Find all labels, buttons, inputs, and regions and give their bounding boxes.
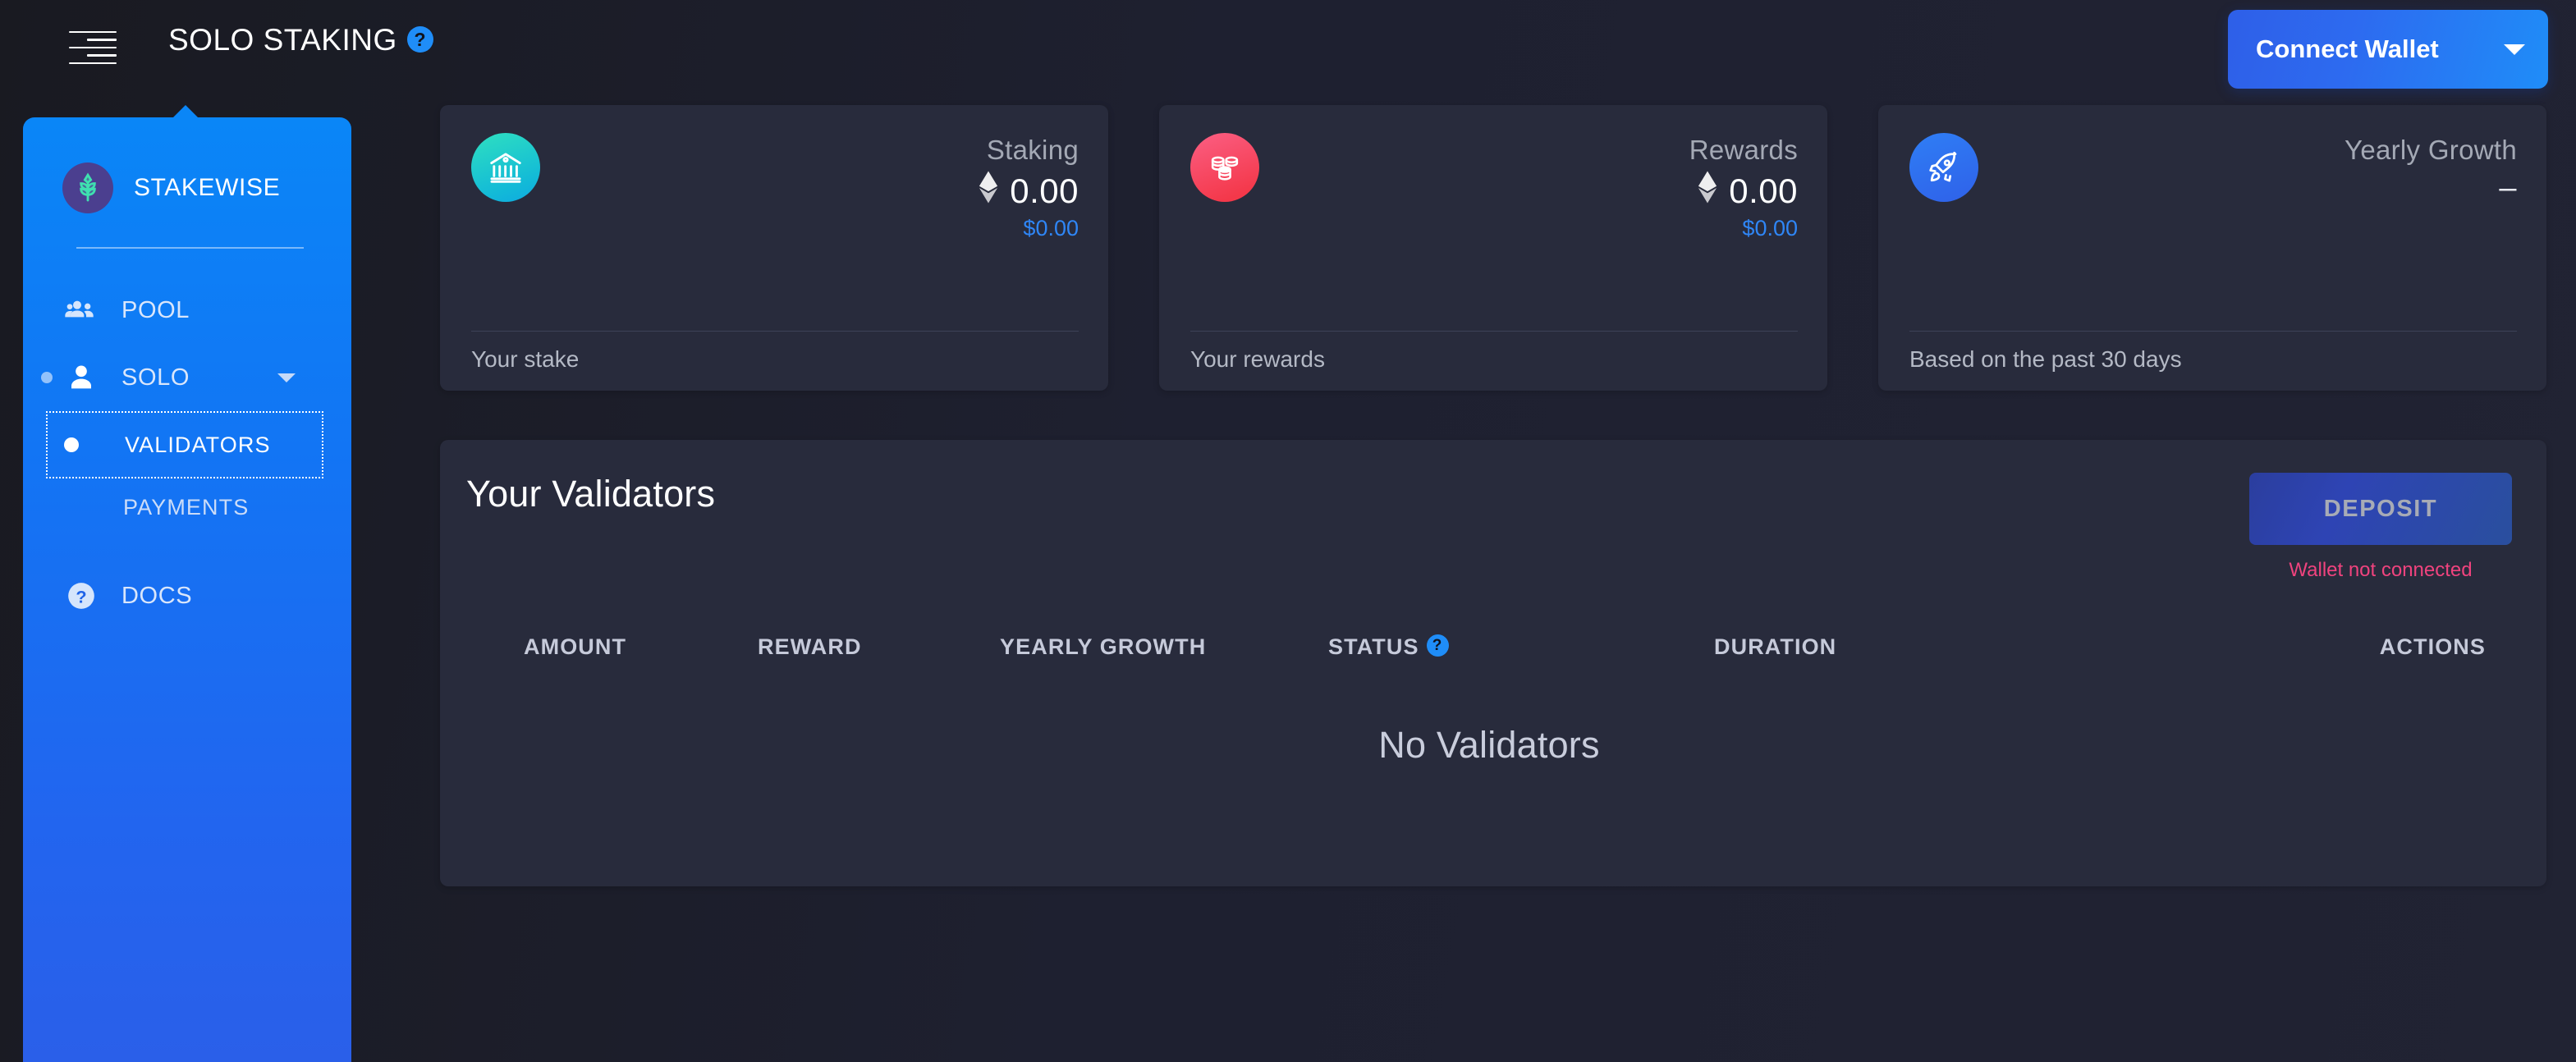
stat-fiat-staking: $0.00 — [1023, 216, 1079, 240]
stat-label-staking: Staking — [986, 135, 1079, 165]
column-header-amount: AMOUNT — [524, 634, 627, 659]
stat-footer-rewards: Your rewards — [1190, 346, 1325, 372]
column-header-duration: DURATION — [1714, 634, 1837, 659]
menu-line-5 — [69, 62, 117, 65]
stat-value-yearly-growth-number: – — [2499, 171, 2517, 205]
brand-name: STAKEWISE — [134, 174, 281, 201]
sidebar-nav: POOL SOLO VALIDATORS PAYMENTS ? DOCS — [23, 277, 351, 629]
stakewise-sprout-logo — [62, 163, 113, 213]
stat-card-staking: Staking 0.00 $0.00 Your stake — [440, 105, 1108, 391]
validators-panel: Your Validators DEPOSIT Wallet not conne… — [440, 440, 2546, 886]
ethereum-diamond-icon — [1698, 171, 1717, 212]
validators-empty-state: No Validators — [1378, 724, 1600, 766]
deposit-block: DEPOSIT Wallet not connected — [2249, 473, 2512, 582]
status-help-icon[interactable]: ? — [1426, 634, 1449, 657]
stat-label-rewards: Rewards — [1689, 135, 1798, 165]
sidebar-item-pool-label: POOL — [121, 296, 190, 323]
connect-wallet-label: Connect Wallet — [2256, 34, 2439, 63]
stat-divider — [1190, 331, 1798, 332]
sidebar-item-docs[interactable]: ? DOCS — [23, 562, 351, 629]
page-title-text: SOLO STAKING — [168, 23, 397, 57]
column-header-actions: ACTIONS — [2379, 634, 2486, 659]
chevron-down-icon — [2504, 43, 2525, 55]
sidebar-item-validators-dot — [64, 437, 79, 452]
stat-value-rewards-number: 0.00 — [1729, 172, 1798, 210]
top-bar: SOLO STAKING? Connect Wallet — [0, 0, 2576, 94]
connect-wallet-button[interactable]: Connect Wallet — [2228, 10, 2548, 89]
stat-footer-staking: Your stake — [471, 346, 580, 372]
coin-stack-icon — [1190, 133, 1259, 202]
sidebar-item-docs-label: DOCS — [121, 582, 193, 609]
validators-table-headers: AMOUNT REWARD YEARLY GROWTH STATUS? DURA… — [466, 634, 2512, 660]
sidebar-item-solo[interactable]: SOLO — [23, 344, 351, 411]
sidebar-item-validators-label: VALIDATORS — [125, 432, 271, 457]
stat-footer-yearly-growth: Based on the past 30 days — [1909, 346, 2182, 372]
stat-value-staking: 0.00 — [979, 171, 1079, 212]
stat-value-yearly-growth: – — [2345, 171, 2517, 206]
sidebar-item-solo-label: SOLO — [121, 364, 190, 391]
page-title: SOLO STAKING? — [168, 23, 433, 57]
sidebar-item-payments-label: PAYMENTS — [123, 494, 250, 520]
main-content: Staking 0.00 $0.00 Your stake Rewards 0.… — [440, 105, 2546, 886]
column-header-status-label: STATUS — [1328, 634, 1419, 659]
stat-card-rewards: Rewards 0.00 $0.00 Your rewards — [1159, 105, 1827, 391]
column-header-yearly-growth: YEARLY GROWTH — [1000, 634, 1207, 659]
group-people-icon — [62, 294, 100, 327]
stat-divider — [471, 331, 1079, 332]
validators-panel-header: Your Validators DEPOSIT Wallet not conne… — [466, 473, 2512, 582]
wallet-warning-text: Wallet not connected — [2289, 559, 2473, 581]
validators-title: Your Validators — [466, 473, 716, 515]
menu-line-4 — [87, 54, 117, 57]
page-title-help-icon[interactable]: ? — [406, 26, 433, 53]
sidebar-brand[interactable]: STAKEWISE — [23, 117, 351, 216]
stat-cards-row: Staking 0.00 $0.00 Your stake Rewards 0.… — [440, 105, 2546, 391]
stat-fiat-rewards: $0.00 — [1742, 216, 1798, 240]
menu-line-2 — [87, 39, 117, 41]
chevron-down-icon[interactable] — [277, 373, 296, 382]
menu-line-1 — [69, 30, 117, 34]
svg-text:?: ? — [76, 586, 86, 607]
menu-lines-icon[interactable] — [64, 21, 125, 74]
sidebar-item-solo-dot — [41, 372, 53, 383]
column-header-reward: REWARD — [758, 634, 862, 659]
sidebar-divider — [76, 247, 304, 249]
sidebar-item-pool[interactable]: POOL — [23, 277, 351, 344]
menu-line-3 — [69, 46, 117, 49]
stat-label-yearly-growth: Yearly Growth — [2345, 135, 2517, 165]
ethereum-diamond-icon — [979, 171, 998, 212]
rocket-icon — [1909, 133, 1978, 202]
column-header-status: STATUS? — [1279, 634, 1624, 660]
person-icon — [62, 361, 100, 394]
stat-divider — [1909, 331, 2517, 332]
stat-card-yearly-growth: Yearly Growth – Based on the past 30 day… — [1878, 105, 2546, 391]
sidebar-item-validators[interactable]: VALIDATORS — [46, 411, 323, 478]
bank-building-icon — [471, 133, 540, 202]
deposit-button[interactable]: DEPOSIT — [2249, 473, 2512, 545]
stat-value-rewards: 0.00 — [1689, 171, 1798, 212]
sidebar-item-payments[interactable]: PAYMENTS — [23, 478, 351, 536]
sidebar: STAKEWISE POOL SOLO VALIDATORS PAYMENTS … — [23, 105, 351, 1062]
question-circle-icon: ? — [62, 579, 100, 612]
stat-value-staking-number: 0.00 — [1010, 172, 1079, 210]
